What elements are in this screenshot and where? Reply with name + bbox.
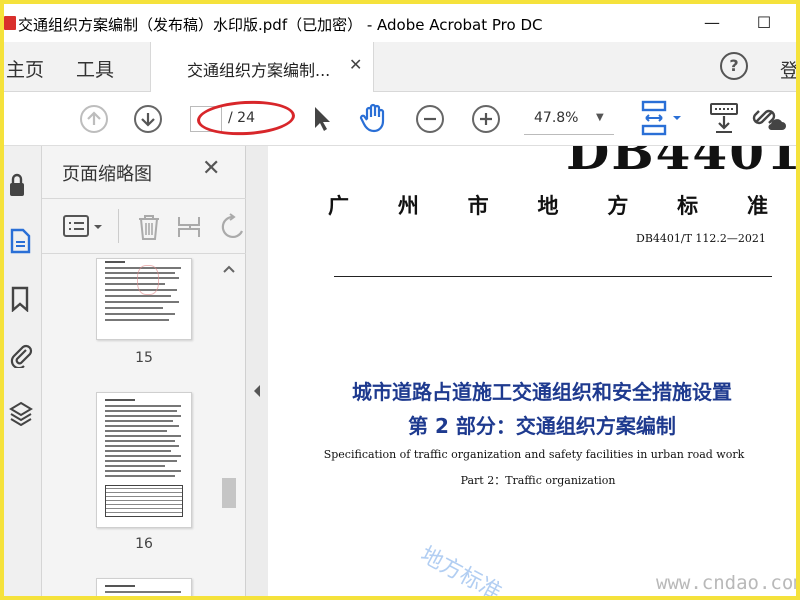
trash-icon[interactable] [136,213,162,241]
document-tab-label: 交通组织方案编制... [187,61,331,80]
menu-bar: 主页 工具 交通组织方案编制... ✕ ? 登 [4,42,796,92]
doc-horizontal-rule [334,276,772,277]
doc-big-code: DB4401 [566,146,796,181]
arrow-up-icon [87,111,101,125]
doc-watermark: 地方标准 [416,542,506,600]
page-thumbnails-icon[interactable] [8,228,34,254]
site-watermark: www.cndao.com [656,572,800,594]
doc-english-title-line2: Part 2：Traffic organization [460,474,616,487]
doc-city-char: 准 [746,194,768,218]
rotate-icon[interactable] [220,213,246,241]
acrobat-app-icon [4,16,16,30]
doc-english-title-line1: Specification of traffic organization an… [323,448,745,461]
scroll-up-arrow-icon[interactable] [223,264,235,274]
thumbnails-toolbar [42,198,246,254]
select-pointer-icon[interactable] [310,104,334,134]
zoom-underline [524,134,614,135]
thumbnail-page-15-label: 15 [135,350,153,366]
menu-tools[interactable]: 工具 [76,55,114,82]
arrow-down-icon [141,113,155,127]
document-page: DB4401 广州市地方标准 DB4401/T 112.2—2021 城市道路占… [268,146,796,600]
bookmark-icon[interactable] [8,286,34,312]
next-page-button[interactable] [134,105,162,133]
minimize-button[interactable]: — [692,10,732,36]
doc-city-char: 方 [607,194,629,218]
toolbar-divider [118,209,119,243]
window-title: 交通组织方案编制（发布稿）水印版.pdf（已加密） - Adobe Acroba… [18,16,543,34]
zoom-level[interactable]: 47.8% [534,110,578,126]
app-window: 交通组织方案编制（发布稿）水印版.pdf（已加密） - Adobe Acroba… [0,0,800,600]
keyboard-download-icon[interactable] [708,102,740,134]
help-icon[interactable]: ? [720,52,748,80]
insert-page-icon[interactable] [176,213,204,241]
main-toolbar: / 24 47.8% ▼ [4,92,796,146]
fit-page-icon[interactable] [640,100,690,138]
maximize-button[interactable]: ☐ [744,10,784,36]
document-tab-close-button[interactable]: ✕ [349,55,362,74]
doc-title-line1: 城市道路占道施工交通组织和安全措施设置 [352,380,732,404]
red-stamp-mark [137,265,159,295]
panel-collapse-handle[interactable] [246,146,268,596]
doc-city-char: 广 [328,194,349,218]
thumbnails-scroll-thumb[interactable] [222,478,236,508]
thumbnail-page-16[interactable] [96,392,192,528]
hand-tool-icon[interactable] [358,102,390,134]
thumbnails-panel-close-button[interactable]: ✕ [202,156,220,181]
thumbnails-panel: 页面缩略图 ✕ 15 16 [42,146,246,596]
doc-city-char: 地 [537,194,559,218]
paperclip-icon[interactable] [8,342,34,368]
thumbnail-page-15[interactable] [96,258,192,340]
doc-city-char: 标 [677,194,699,218]
zoom-dropdown-caret[interactable]: ▼ [596,112,604,123]
thumbnail-page-16-label: 16 [135,536,153,552]
doc-city-standard: 广州市地方标准 [328,190,768,220]
thumbnail-table [105,485,183,517]
lock-icon[interactable] [8,172,34,198]
doc-standard-code: DB4401/T 112.2—2021 [636,232,766,245]
link-cloud-icon[interactable] [750,100,786,134]
zoom-out-button[interactable] [416,105,444,133]
document-tab[interactable]: 交通组织方案编制... ✕ [150,42,374,92]
zoom-in-button[interactable] [472,105,500,133]
menu-home[interactable]: 主页 [6,55,44,82]
plus-icon [480,113,492,125]
thumbnail-options-icon[interactable] [62,213,106,241]
title-bar: 交通组织方案编制（发布稿）水印版.pdf（已加密） - Adobe Acroba… [4,4,796,42]
collapse-left-arrow-icon[interactable] [252,384,262,398]
thumbnails-scrollbar[interactable] [220,258,238,596]
thumbnails-panel-title: 页面缩略图 [62,164,152,185]
doc-city-char: 市 [467,194,489,218]
thumbnail-page-17[interactable] [96,578,192,596]
login-link[interactable]: 登 [780,56,796,83]
doc-city-char: 州 [397,194,419,218]
left-nav-strip [4,146,42,596]
minus-icon [424,117,436,121]
doc-title-line2: 第 2 部分：交通组织方案编制 [408,414,676,438]
layers-icon[interactable] [8,400,34,426]
previous-page-button[interactable] [80,105,108,133]
